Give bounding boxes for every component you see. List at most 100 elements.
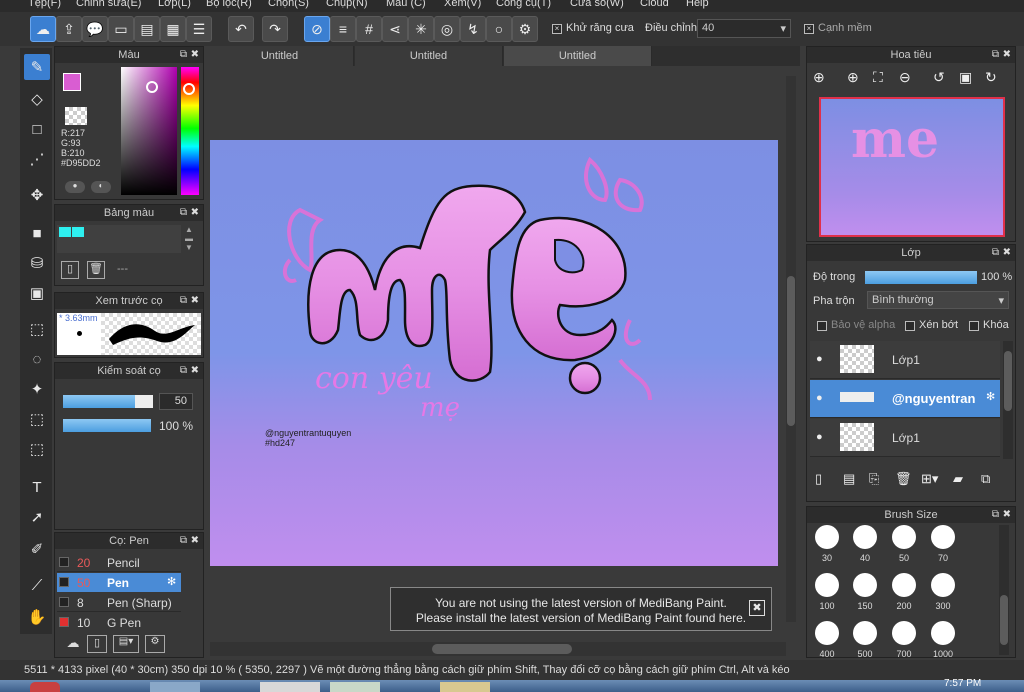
- popout-icon[interactable]: ⧉: [180, 47, 187, 63]
- popout-icon[interactable]: ⧉: [180, 363, 187, 379]
- chat-icon[interactable]: ▭: [108, 16, 134, 42]
- start-button[interactable]: [30, 682, 60, 692]
- popout-icon[interactable]: ⧉: [992, 47, 999, 63]
- brush-size-option[interactable]: [892, 525, 916, 549]
- menu-window[interactable]: Cửa sổ(W): [570, 0, 624, 9]
- circle-snap-icon[interactable]: ○: [486, 16, 512, 42]
- eyedropper-icon[interactable]: ⟋: [24, 572, 50, 598]
- brush-item-pencil[interactable]: 20 Pencil: [57, 553, 181, 572]
- palette-swatch[interactable]: [59, 227, 71, 237]
- hue-cursor[interactable]: [183, 83, 195, 95]
- antialias-checkbox[interactable]: ×: [552, 24, 562, 34]
- add-brush-icon[interactable]: ▯: [87, 635, 107, 653]
- close-icon[interactable]: ✖: [1003, 507, 1011, 523]
- export-icon[interactable]: ⇪: [56, 16, 82, 42]
- blend-select[interactable]: Bình thường ▾: [867, 291, 1009, 309]
- parallel-snap-icon[interactable]: ≡: [330, 16, 356, 42]
- folder-icon[interactable]: ▰: [953, 471, 963, 487]
- eraser-tool-icon[interactable]: ◇: [24, 86, 50, 112]
- brush-size-slider[interactable]: [63, 395, 135, 408]
- brush-size-option[interactable]: [853, 525, 877, 549]
- close-icon[interactable]: ✖: [191, 47, 199, 63]
- eye-icon[interactable]: ●: [816, 353, 823, 365]
- popout-icon[interactable]: ⧉: [180, 533, 187, 549]
- brush-size-option[interactable]: [892, 573, 916, 597]
- adjust-select[interactable]: 40 ▾: [697, 19, 791, 38]
- close-icon[interactable]: ✖: [749, 600, 765, 616]
- brush-size-scrollbar[interactable]: [999, 525, 1009, 655]
- palette-swatch[interactable]: [72, 227, 84, 237]
- layer-row[interactable]: ● Lớp1: [810, 341, 1000, 379]
- menu-layer[interactable]: Lớp(L): [158, 0, 191, 9]
- zoom-in-icon[interactable]: ⊕: [847, 69, 859, 86]
- new-layer-icon[interactable]: ▯: [815, 471, 822, 487]
- duplicate-icon[interactable]: ⧉: [981, 471, 990, 487]
- taskbar-app[interactable]: [330, 682, 380, 692]
- brush-tool-icon[interactable]: ✎: [24, 54, 50, 80]
- horizontal-scrollbar[interactable]: [210, 642, 786, 656]
- brush-size-option[interactable]: [853, 573, 877, 597]
- brush-item-pen[interactable]: 50 Pen ✻: [57, 573, 181, 592]
- cloud-icon[interactable]: ☁: [30, 16, 56, 42]
- navigator-preview[interactable]: me: [819, 97, 1005, 237]
- close-icon[interactable]: ✖: [1003, 245, 1011, 261]
- popout-icon[interactable]: ⧉: [992, 507, 999, 523]
- brush-size-option[interactable]: [853, 621, 877, 645]
- menu-cloud[interactable]: Cloud: [640, 0, 669, 9]
- menu-tools[interactable]: Công cụ(T): [496, 0, 551, 9]
- zoom-out-icon[interactable]: ⊖: [899, 69, 911, 86]
- fill-rect-icon[interactable]: ■: [24, 220, 50, 246]
- taskbar-app[interactable]: [150, 682, 200, 692]
- clip-checkbox[interactable]: [905, 321, 915, 331]
- curve-snap-icon[interactable]: ↯: [460, 16, 486, 42]
- tab-untitled-1[interactable]: Untitled: [206, 46, 354, 66]
- brush-size-option[interactable]: [815, 573, 839, 597]
- menu-filter[interactable]: Bộ lọc(R): [206, 0, 252, 9]
- undo-icon[interactable]: ↶: [228, 16, 254, 42]
- layer-folder-icon[interactable]: ▤: [843, 471, 855, 487]
- layer-add-menu-icon[interactable]: ⊞▾: [921, 471, 938, 487]
- palette-scroll[interactable]: ▲ ▬ ▼: [185, 225, 193, 252]
- redo-icon[interactable]: ↷: [262, 16, 288, 42]
- color-mode-button[interactable]: ●: [65, 181, 85, 193]
- brush-opacity-slider[interactable]: [63, 419, 151, 432]
- brush-size-option[interactable]: [815, 621, 839, 645]
- eyedrop-button[interactable]: ◐: [91, 181, 111, 193]
- brush-size-option[interactable]: [815, 525, 839, 549]
- taskbar-app[interactable]: [440, 682, 490, 692]
- layer-row[interactable]: ● Lớp1: [810, 419, 1000, 457]
- menu-edit[interactable]: Chỉnh sửa(E): [76, 0, 141, 9]
- trash-icon[interactable]: 🗑: [87, 261, 105, 279]
- popout-icon[interactable]: ⧉: [180, 205, 187, 221]
- lock-checkbox[interactable]: [969, 321, 979, 331]
- close-icon[interactable]: ✖: [191, 205, 199, 221]
- perspective-icon[interactable]: ⋖: [382, 16, 408, 42]
- brush-size-option[interactable]: [931, 621, 955, 645]
- layer-scrollbar[interactable]: [1003, 341, 1013, 459]
- gradient-tool-icon[interactable]: ▣: [24, 280, 50, 306]
- brush-size-option[interactable]: [892, 621, 916, 645]
- tab-untitled-2[interactable]: Untitled: [355, 46, 503, 66]
- hand-tool-icon[interactable]: ✋: [24, 604, 50, 630]
- brush-settings-icon[interactable]: ⚙: [145, 635, 165, 653]
- popout-icon[interactable]: ⧉: [180, 293, 187, 309]
- menu-select[interactable]: Chọn(S): [268, 0, 309, 9]
- transparent-swatch[interactable]: [65, 107, 87, 125]
- divide-tool-icon[interactable]: ✐: [24, 536, 50, 562]
- eye-icon[interactable]: ●: [816, 392, 823, 404]
- gear-icon[interactable]: ✻: [167, 575, 176, 588]
- snap-off-icon[interactable]: ⊘: [304, 16, 330, 42]
- vertical-scrollbar[interactable]: [786, 76, 796, 622]
- alpha-checkbox[interactable]: [817, 321, 827, 331]
- concentric-icon[interactable]: ◎: [434, 16, 460, 42]
- horizontal-scroll-thumb[interactable]: [432, 644, 572, 654]
- operation-tool-icon[interactable]: ➚: [24, 504, 50, 530]
- popout-icon[interactable]: ⧉: [992, 245, 999, 261]
- cloud-brush-icon[interactable]: ☁: [63, 635, 83, 653]
- document-canvas[interactable]: con yêu mẹ @nguyentrantuquyen #hd247: [210, 140, 778, 566]
- menu-file[interactable]: Tệp(F): [28, 0, 61, 9]
- new-palette-icon[interactable]: ▯: [61, 261, 79, 279]
- brush-menu-icon[interactable]: ▤▾: [113, 635, 139, 653]
- menu-capture[interactable]: Chụp(N): [326, 0, 368, 9]
- menu-color[interactable]: Màu (C): [386, 0, 426, 9]
